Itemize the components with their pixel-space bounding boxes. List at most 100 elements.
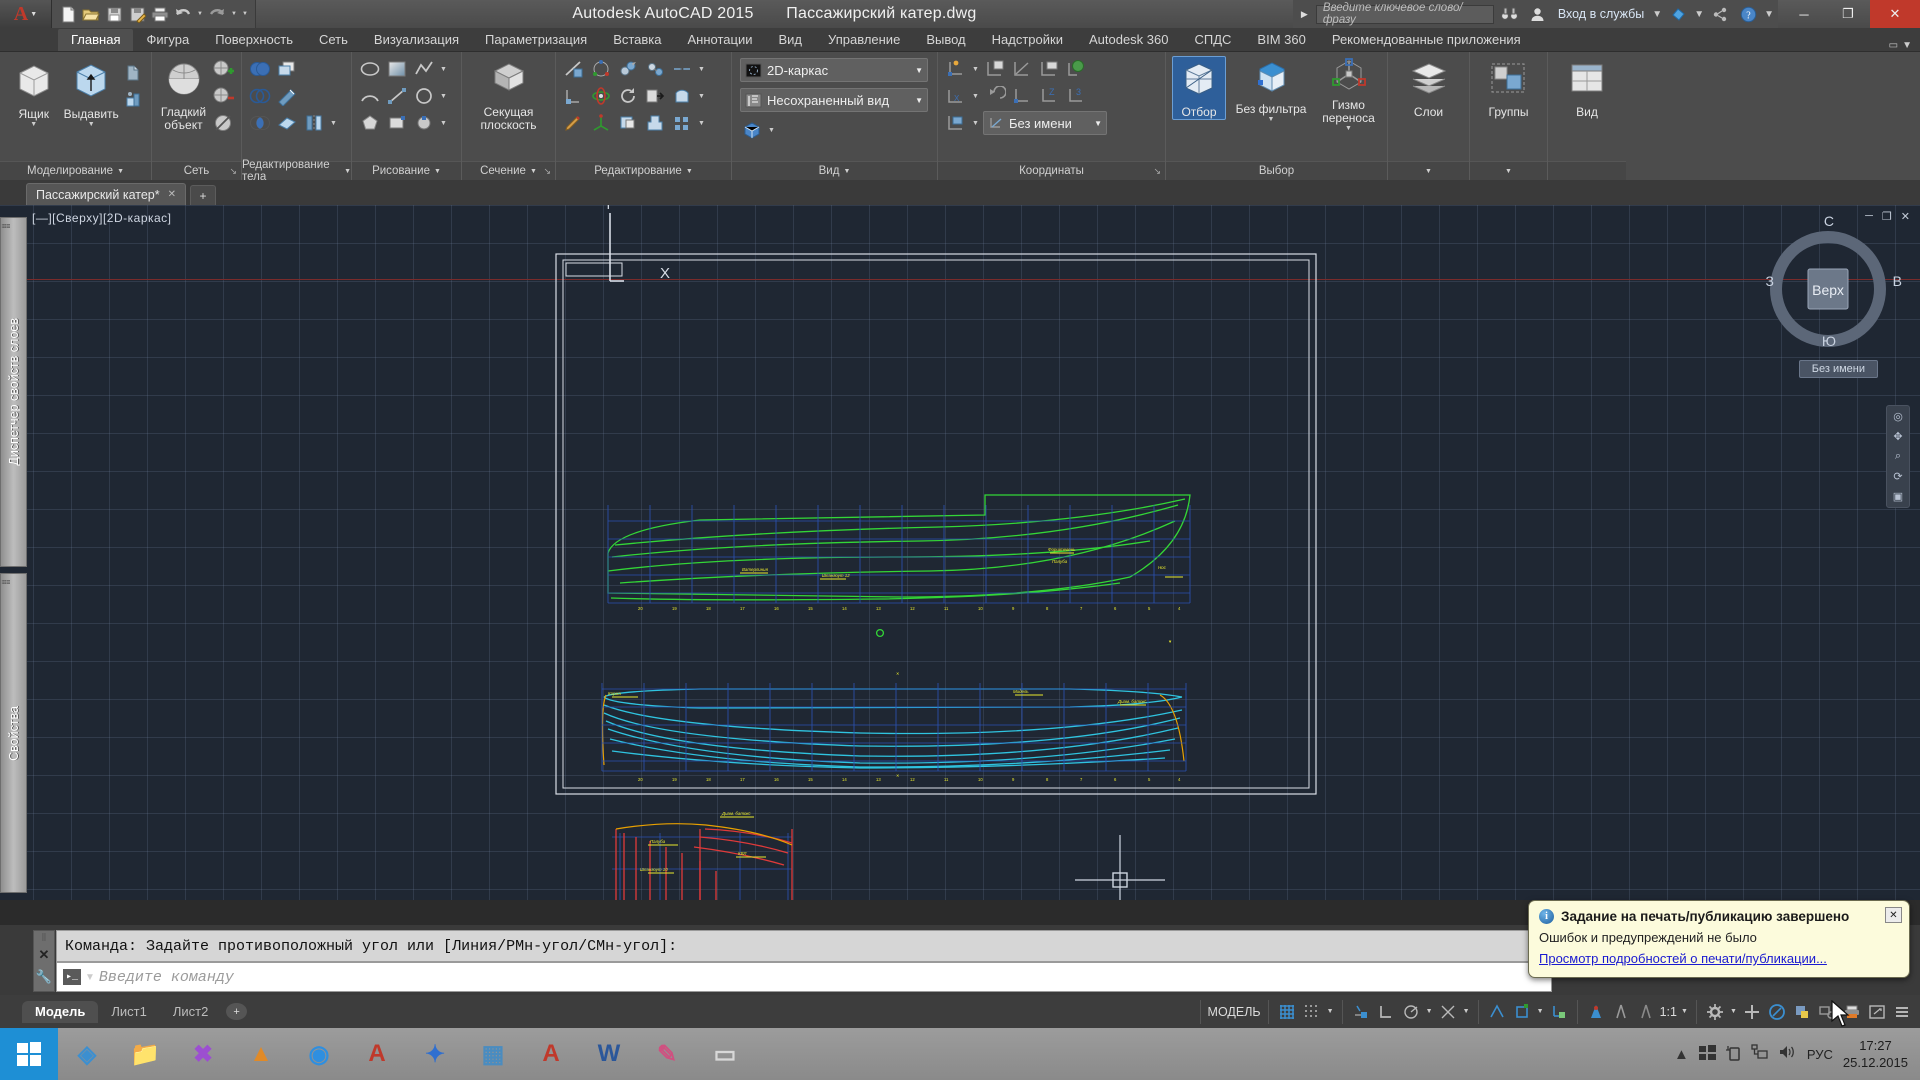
intersect-icon[interactable] [248, 111, 272, 135]
move-gizmo-button[interactable]: Гизмо переноса ▼ [1316, 56, 1381, 132]
chevron-down-icon[interactable]: ▼ [530, 168, 537, 175]
taskbar-media-icon[interactable]: ✖ [174, 1028, 232, 1080]
circle-dropdown-icon[interactable]: ▼ [439, 93, 448, 100]
smooth-more-icon[interactable] [211, 57, 235, 81]
ucs-named-icon[interactable] [983, 57, 1007, 81]
groups-button[interactable]: Группы [1476, 57, 1541, 119]
network-icon[interactable] [1751, 1044, 1768, 1064]
ribbon-tab-15[interactable]: Рекомендованные приложения [1319, 29, 1534, 51]
isolate-objects-icon[interactable] [1791, 1001, 1813, 1023]
redo-icon[interactable] [207, 4, 227, 24]
ribbon-tab-6[interactable]: Вставка [600, 29, 674, 51]
new-tab-button[interactable]: + [190, 185, 217, 205]
ribbon-tab-1[interactable]: Фигура [133, 29, 202, 51]
show-hidden-icons-icon[interactable]: ▲ [1674, 1046, 1689, 1063]
help-caret-icon[interactable]: ▼ [1764, 9, 1774, 20]
smooth-less-icon[interactable] [211, 84, 235, 108]
copy-icon[interactable] [643, 57, 667, 81]
drag-grip-icon[interactable]: ⣿ [1, 222, 26, 229]
move-icon[interactable] [616, 57, 640, 81]
help-icon[interactable]: ? [1736, 2, 1760, 26]
panel-view2-label[interactable] [1548, 161, 1626, 180]
menu-hamburger-icon[interactable] [1891, 1001, 1913, 1023]
rotate-icon[interactable] [616, 84, 640, 108]
ribbon-tab-3[interactable]: Сеть [306, 29, 361, 51]
annotation-scale-label[interactable]: 1:1 [1660, 1005, 1677, 1019]
customization-plus-icon[interactable] [1741, 1001, 1763, 1023]
chevron-down-icon[interactable]: ▼ [1094, 119, 1102, 128]
panel-modeling-label[interactable]: Моделирование ▼ [0, 161, 151, 180]
ucs-origin2-icon[interactable] [1010, 84, 1034, 108]
workspace-dropdown-icon[interactable]: ▼ [1729, 1008, 1738, 1015]
ucs-view-icon[interactable] [1037, 57, 1061, 81]
ucs-name-combo[interactable]: Без имени ▼ [983, 111, 1107, 135]
taskbar-blue-star-icon[interactable]: ✦ [406, 1028, 464, 1080]
space-indicator[interactable]: МОДЕЛЬ [1199, 999, 1268, 1024]
chevron-down-icon[interactable]: ▼ [843, 168, 850, 175]
hatch-icon[interactable] [412, 111, 436, 135]
chevron-down-icon[interactable]: ▼ [1902, 40, 1912, 51]
battery-icon[interactable] [1725, 1044, 1741, 1065]
command-prompt-icon[interactable]: ▸_ [63, 969, 81, 985]
layers-button[interactable]: Слои [1394, 57, 1463, 119]
edit-dropdown-icon[interactable]: ▼ [697, 66, 706, 73]
solid-slice-icon[interactable] [275, 84, 299, 108]
new-icon[interactable] [58, 4, 78, 24]
no-filter-dropdown-icon[interactable]: ▼ [1268, 116, 1275, 123]
hardware-accel-icon[interactable] [1766, 1001, 1788, 1023]
panel-groups-label[interactable]: ▼ [1470, 161, 1547, 180]
ribbon-tab-9[interactable]: Управление [815, 29, 913, 51]
panel-edit-label[interactable]: Редактирование ▼ [556, 161, 731, 180]
workspace-gear-icon[interactable] [1704, 1001, 1726, 1023]
imprint-icon[interactable] [643, 111, 667, 135]
ucs-z-icon[interactable]: Z [1037, 84, 1061, 108]
taskbar-chrome-icon[interactable]: ◉ [290, 1028, 348, 1080]
layer-properties-dock[interactable]: ⣿ Диспетчер свойств слоев [0, 217, 27, 567]
array-icon[interactable] [670, 111, 694, 135]
solid-extract-icon[interactable] [275, 57, 299, 81]
panel-layers-label[interactable]: ▼ [1388, 161, 1469, 180]
open-icon[interactable] [81, 4, 101, 24]
chevron-down-icon[interactable]: ▼ [915, 96, 923, 105]
taskbar-document-icon[interactable]: ▭ [696, 1028, 754, 1080]
ucs-axis-dropdown-icon[interactable]: ▼ [971, 93, 980, 100]
ucs-globe-icon[interactable] [1064, 57, 1088, 81]
polygon-icon[interactable] [358, 111, 382, 135]
sign-in-label[interactable]: Вход в службы [1554, 7, 1648, 21]
line-icon[interactable] [385, 84, 409, 108]
fillet-edge-icon[interactable] [670, 57, 694, 81]
panel-coordinates-label[interactable]: Координаты ↘ [938, 161, 1165, 180]
no-smooth-icon[interactable] [211, 111, 235, 135]
save-icon[interactable] [104, 4, 124, 24]
section-plane-button[interactable]: Секущая плоскость [468, 57, 549, 132]
layout-tab-1[interactable]: Лист1 [98, 1001, 159, 1023]
trim-icon[interactable] [562, 57, 586, 81]
3d-rotate-icon[interactable] [589, 84, 613, 108]
chevron-down-icon[interactable]: ▼ [1505, 168, 1512, 175]
command-customize-icon[interactable]: 🔧 [36, 969, 52, 985]
balloon-details-link[interactable]: Просмотр подробностей о печати/публикаци… [1539, 951, 1899, 966]
taskbar-calculator-icon[interactable]: ▦ [464, 1028, 522, 1080]
search-binoculars-icon[interactable] [1498, 2, 1522, 26]
object-sn ap-tracking-icon[interactable] [1511, 1001, 1533, 1023]
layout-tab-2[interactable]: Лист2 [160, 1001, 221, 1023]
align-icon[interactable] [562, 84, 586, 108]
lineweight-icon[interactable] [1610, 1001, 1632, 1023]
close-button[interactable]: ✕ [1870, 0, 1920, 28]
ribbon-tab-7[interactable]: Аннотации [675, 29, 766, 51]
ribbon-tab-4[interactable]: Визуализация [361, 29, 472, 51]
ribbon-display-icon[interactable]: ▭ [1889, 40, 1898, 51]
panel-dialog-launcher-icon[interactable]: ↘ [229, 166, 237, 177]
qat-customize-icon[interactable]: ▼ [241, 11, 249, 17]
view2-button[interactable]: Вид [1554, 57, 1620, 119]
taskbar-explorer-ui-icon[interactable]: ◈ [58, 1028, 116, 1080]
taskbar-acrobat-icon[interactable]: A [522, 1028, 580, 1080]
polyline-icon[interactable] [412, 57, 436, 81]
ribbon-tab-11[interactable]: Надстройки [979, 29, 1076, 51]
solid-clean-icon[interactable] [275, 111, 299, 135]
ucs-face-icon[interactable] [944, 111, 968, 135]
arc-icon[interactable] [358, 84, 382, 108]
undo-dropdown-icon[interactable]: ▼ [196, 11, 204, 17]
autodesk-exchange-icon[interactable] [1666, 2, 1690, 26]
panel-mesh-label[interactable]: Сеть ↘ [152, 161, 241, 180]
